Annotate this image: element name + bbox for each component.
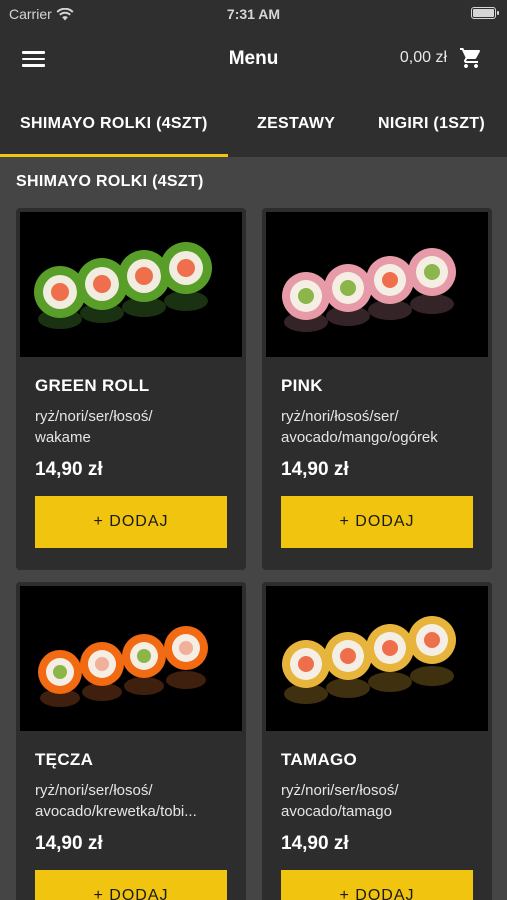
add-to-cart-button[interactable]: + DODAJ xyxy=(281,496,473,548)
status-bar: Carrier 7:31 AM xyxy=(0,0,507,28)
product-price: 14,90 zł xyxy=(35,459,103,480)
cart-icon xyxy=(460,48,481,68)
add-to-cart-button[interactable]: + DODAJ xyxy=(35,496,227,548)
product-card[interactable]: TĘCZA ryż/nori/ser/łosoś/ avocado/krewet… xyxy=(16,582,246,900)
add-to-cart-button[interactable]: + DODAJ xyxy=(35,870,227,900)
product-name: TAMAGO xyxy=(281,750,358,769)
sushi-rolls-illustration xyxy=(34,242,212,329)
product-description: ryż/nori/ser/łosoś/ avocado/krewetka/tob… xyxy=(35,782,197,820)
product-name: TĘCZA xyxy=(35,750,94,769)
product-price: 14,90 zł xyxy=(281,833,349,854)
product-image xyxy=(20,212,242,357)
sushi-rolls-illustration xyxy=(282,616,456,704)
section-title: SHIMAYO ROLKI (4SZT) xyxy=(16,173,204,190)
sushi-rolls-illustration xyxy=(282,248,456,332)
sushi-rolls-illustration xyxy=(38,626,208,707)
app-header: Menu 0,00 zł xyxy=(0,28,507,94)
product-price: 14,90 zł xyxy=(281,459,349,480)
product-image xyxy=(266,212,488,357)
product-description: ryż/nori/ser/łosoś/ avocado/tamago xyxy=(281,782,399,820)
tab-shimayo-rolki[interactable]: SHIMAYO ROLKI (4SZT) xyxy=(0,94,228,157)
product-image xyxy=(266,586,488,731)
product-description: ryż/nori/ser/łosoś/ wakame xyxy=(35,408,153,446)
product-card[interactable]: GREEN ROLL ryż/nori/ser/łosoś/ wakame 14… xyxy=(16,208,246,570)
product-card[interactable]: TAMAGO ryż/nori/ser/łosoś/ avocado/tamag… xyxy=(262,582,492,900)
product-description: ryż/nori/łosoś/ser/ avocado/mango/ogórek xyxy=(281,408,438,446)
product-name: GREEN ROLL xyxy=(35,376,150,395)
tab-nigiri[interactable]: NIGIRI (1SZT) xyxy=(378,94,485,157)
cart-button[interactable]: 0,00 zł xyxy=(400,46,483,70)
add-to-cart-button[interactable]: + DODAJ xyxy=(281,870,473,900)
product-card[interactable]: PINK ryż/nori/łosoś/ser/ avocado/mango/o… xyxy=(262,208,492,570)
battery-icon xyxy=(471,7,499,19)
tab-zestawy[interactable]: ZESTAWY xyxy=(257,94,335,157)
category-tabs: SHIMAYO ROLKI (4SZT) ZESTAWY NIGIRI (1SZ… xyxy=(0,94,507,157)
product-image xyxy=(20,586,242,731)
product-name: PINK xyxy=(281,376,323,395)
status-time: 7:31 AM xyxy=(226,6,281,22)
cart-total: 0,00 zł xyxy=(399,49,447,66)
product-price: 14,90 zł xyxy=(35,833,103,854)
